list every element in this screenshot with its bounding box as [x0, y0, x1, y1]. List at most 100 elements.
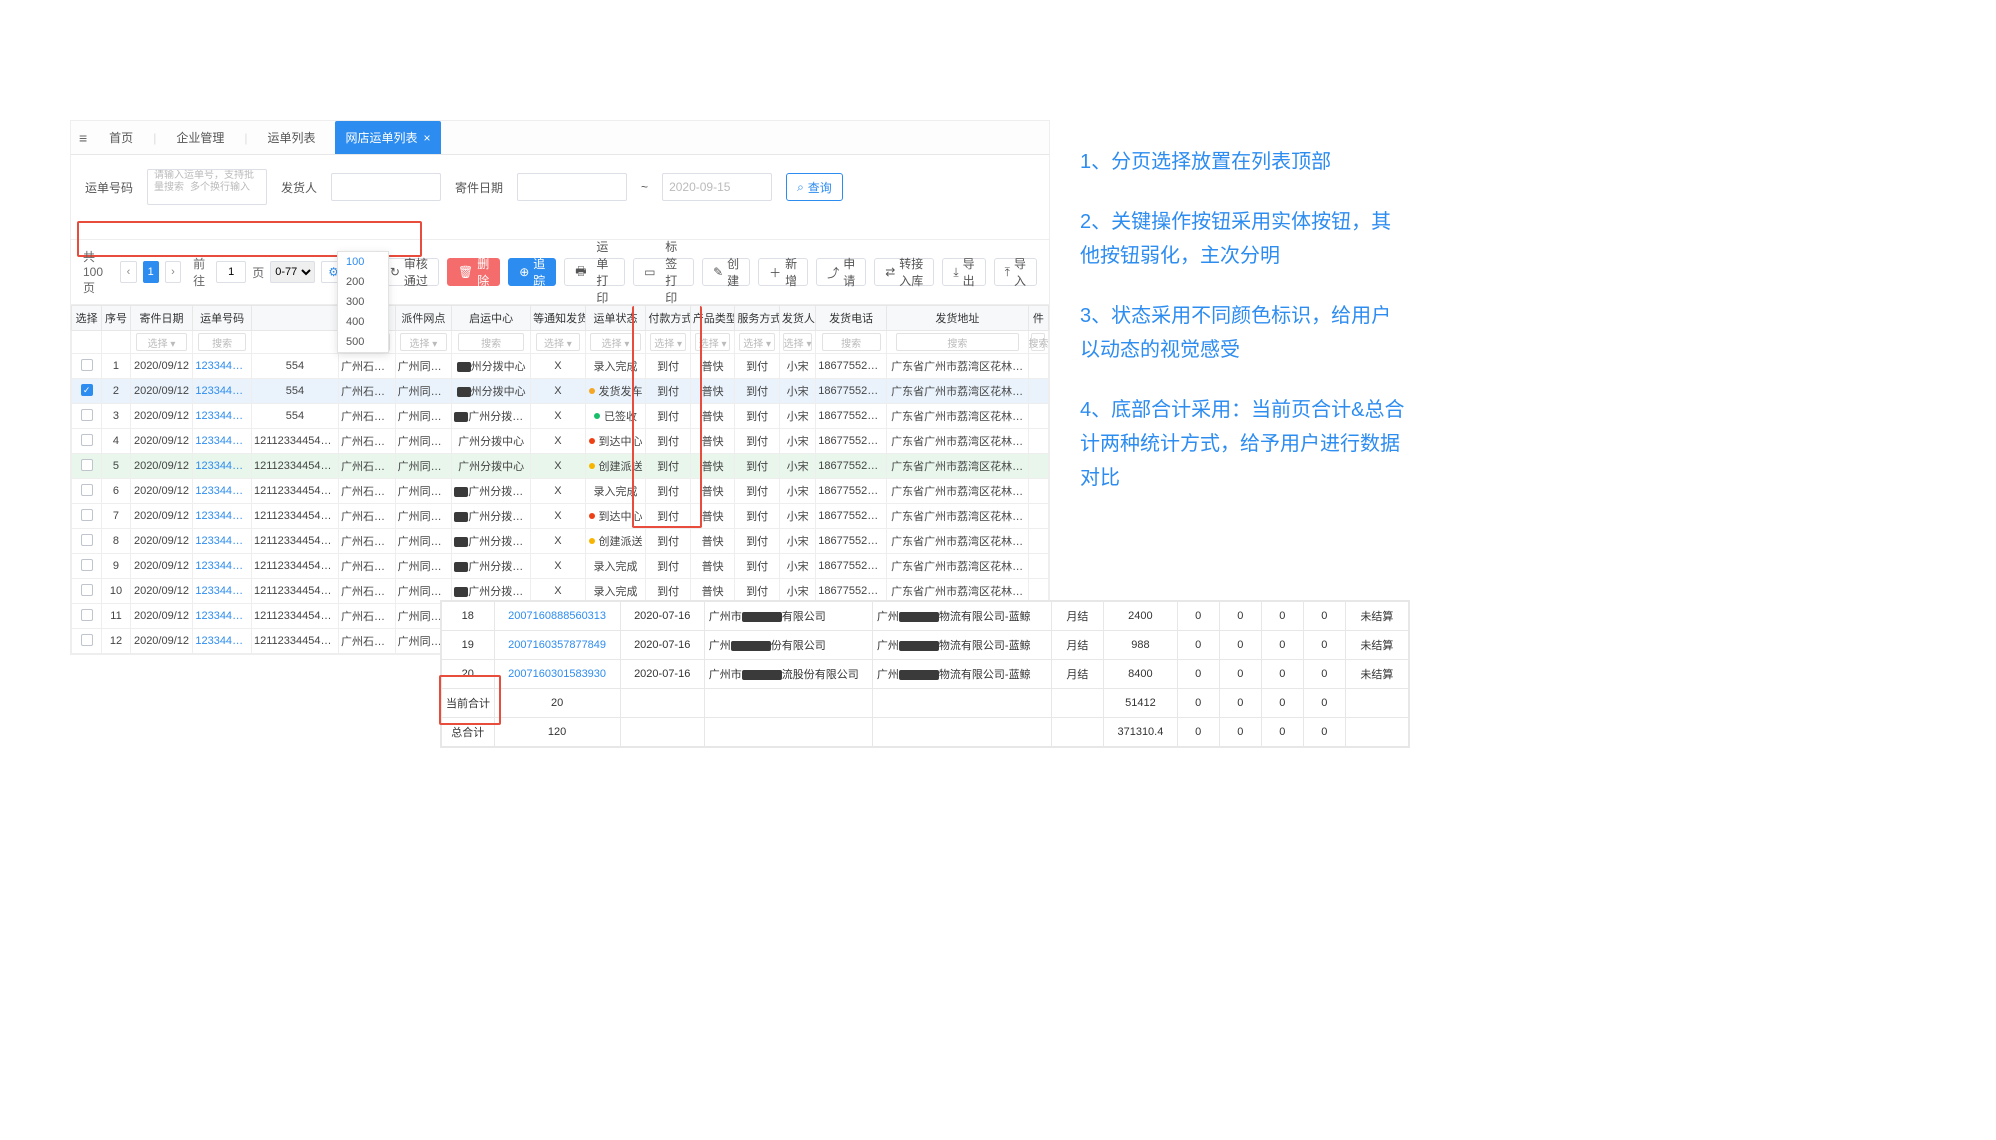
tab-list[interactable]: 运单列表: [261, 121, 321, 154]
main-panel: ≡ 首页 | 企业管理 | 运单列表 网店运单列表 × 运单号码 发货人 寄件日…: [70, 120, 1050, 655]
search-icon: ⌕: [797, 180, 804, 195]
row-checkbox[interactable]: [81, 484, 93, 496]
plus-icon: ＋: [769, 264, 781, 281]
track-button[interactable]: ⊕追踪: [508, 258, 556, 286]
size-option[interactable]: 100: [338, 252, 388, 272]
sender-input[interactable]: [331, 173, 441, 201]
col-header: 选择: [72, 306, 102, 331]
col-filter[interactable]: 搜索: [452, 331, 531, 354]
col-filter[interactable]: 选择 ▾: [690, 331, 735, 354]
col-filter[interactable]: 选择 ▾: [130, 331, 193, 354]
target-icon: ⊕: [519, 265, 529, 279]
col-header: 启运中心: [452, 306, 531, 331]
table-row[interactable]: 42020/09/1212334455612112334454554广州石井站广…: [72, 429, 1049, 454]
table-row[interactable]: 12020/09/12123344556554广州石井站广州同和站州分拨中心X录…: [72, 354, 1049, 379]
col-header: 序号: [102, 306, 130, 331]
label-waybill: 运单号码: [85, 179, 133, 196]
row-checkbox[interactable]: [81, 634, 93, 646]
page-size-select[interactable]: 0-77: [270, 261, 315, 283]
label-date: 寄件日期: [455, 179, 503, 196]
row-checkbox[interactable]: [81, 359, 93, 371]
summary-row[interactable]: 1920071603578778492020-07-16广州份有限公司广州物流有…: [442, 631, 1409, 660]
tab-home[interactable]: 首页: [103, 121, 139, 154]
col-filter[interactable]: [102, 331, 130, 354]
label-icon: ▭: [644, 265, 655, 279]
tab-active[interactable]: 网店运单列表 ×: [335, 121, 440, 154]
col-filter[interactable]: 选择 ▾: [646, 331, 691, 354]
col-header: 运单号码: [193, 306, 252, 331]
hamburger-icon[interactable]: ≡: [79, 130, 87, 146]
page-size-dropdown[interactable]: 100 200 300 400 500: [337, 251, 389, 353]
size-option[interactable]: 500: [338, 332, 388, 352]
print-order-button[interactable]: 🖶运单打印: [564, 258, 625, 286]
col-filter[interactable]: 搜索: [816, 331, 887, 354]
col-filter[interactable]: [72, 331, 102, 354]
date-from-input[interactable]: [517, 173, 627, 201]
goto-label: 前往: [193, 255, 210, 289]
col-filter[interactable]: 搜索: [193, 331, 252, 354]
page-next-button[interactable]: ›: [165, 261, 181, 283]
col-filter[interactable]: 选择 ▾: [779, 331, 815, 354]
transfer-button[interactable]: ⇄转接入库: [874, 258, 934, 286]
page-prev-button[interactable]: ‹: [120, 261, 136, 283]
table-row[interactable]: 22020/09/12123344556554广州石井站广州同和站州分拨中心X发…: [72, 379, 1049, 404]
page-current[interactable]: 1: [143, 261, 159, 283]
table-row[interactable]: 72020/09/1212334455612112334454554广州石井站广…: [72, 504, 1049, 529]
col-filter[interactable]: 选择 ▾: [585, 331, 646, 354]
pagination: 共100页 ‹ 1 › 前往 页 0-77 ⚙ 设置: [83, 248, 363, 296]
tab-biz[interactable]: 企业管理: [170, 121, 230, 154]
row-checkbox[interactable]: [81, 384, 93, 396]
apply-button[interactable]: ⤴申请: [816, 258, 866, 286]
col-header: 件: [1028, 306, 1048, 331]
query-button[interactable]: ⌕ 查询: [786, 173, 843, 201]
table-row[interactable]: 32020/09/12123344556554广州石井站广州同和站广州分拨中心X…: [72, 404, 1049, 429]
col-header: 付款方式: [646, 306, 691, 331]
col-filter[interactable]: 搜索: [887, 331, 1029, 354]
close-icon[interactable]: ×: [423, 131, 430, 145]
row-checkbox[interactable]: [81, 584, 93, 596]
summary-row[interactable]: 2020071603015839302020-07-16广州市流股份有限公司广州…: [442, 660, 1409, 689]
transfer-icon: ⇄: [885, 265, 895, 279]
row-checkbox[interactable]: [81, 609, 93, 621]
col-filter[interactable]: 选择 ▾: [395, 331, 452, 354]
col-header: 寄件日期: [130, 306, 193, 331]
delete-button[interactable]: 🗑删除: [447, 258, 500, 286]
add-button[interactable]: ＋新增: [758, 258, 808, 286]
table-row[interactable]: 62020/09/1212334455612112334454554广州石井站广…: [72, 479, 1049, 504]
row-checkbox[interactable]: [81, 409, 93, 421]
toolbar: 共100页 ‹ 1 › 前往 页 0-77 ⚙ 设置 ↻审核通过 🗑删除 ⊕追: [71, 240, 1049, 305]
goto-input[interactable]: [216, 261, 246, 283]
table-row[interactable]: 52020/09/1212334455612112334454554广州石井站广…: [72, 454, 1049, 479]
create-button[interactable]: ✎创建: [702, 258, 750, 286]
apply-icon: ⤴: [827, 264, 839, 281]
size-option[interactable]: 200: [338, 272, 388, 292]
row-checkbox[interactable]: [81, 559, 93, 571]
import-button[interactable]: ⤒导入: [994, 258, 1037, 286]
size-option[interactable]: 400: [338, 312, 388, 332]
pencil-icon: ✎: [713, 265, 723, 279]
col-filter[interactable]: 选择 ▾: [735, 331, 780, 354]
col-filter[interactable]: 搜索: [1028, 331, 1048, 354]
filter-bar: 运单号码 发货人 寄件日期 ~ ⌕ 查询: [71, 155, 1049, 240]
size-option[interactable]: 300: [338, 292, 388, 312]
trash-icon: 🗑: [458, 265, 473, 279]
row-checkbox[interactable]: [81, 459, 93, 471]
table-row[interactable]: 82020/09/1212334455612112334454554广州石井站广…: [72, 529, 1049, 554]
date-to-input[interactable]: [662, 173, 772, 201]
col-header: 发货地址: [887, 306, 1029, 331]
table-header-row: 选择序号寄件日期运单号码寄件网点派件网点启运中心等通知发货运单状态付款方式产品类…: [72, 306, 1049, 331]
table-row[interactable]: 92020/09/1212334455612112334454554广州石井站广…: [72, 554, 1049, 579]
export-button[interactable]: ⤓导出: [942, 258, 985, 286]
col-filter[interactable]: [252, 331, 339, 354]
row-checkbox[interactable]: [81, 509, 93, 521]
waybill-input[interactable]: [147, 169, 267, 205]
row-checkbox[interactable]: [81, 534, 93, 546]
col-header: 产品类型: [690, 306, 735, 331]
printer-icon: 🖶: [575, 262, 586, 283]
summary-row[interactable]: 1820071608885603132020-07-16广州市有限公司广州物流有…: [442, 602, 1409, 631]
row-checkbox[interactable]: [81, 434, 93, 446]
col-filter[interactable]: 选择 ▾: [531, 331, 586, 354]
annotation-notes: 1、分页选择放置在列表顶部 2、关键操作按钮采用实体按钮，其他按钮弱化，主次分明…: [1080, 145, 1410, 521]
col-header: [252, 306, 339, 331]
print-label-button[interactable]: ▭标签打印: [633, 258, 694, 286]
